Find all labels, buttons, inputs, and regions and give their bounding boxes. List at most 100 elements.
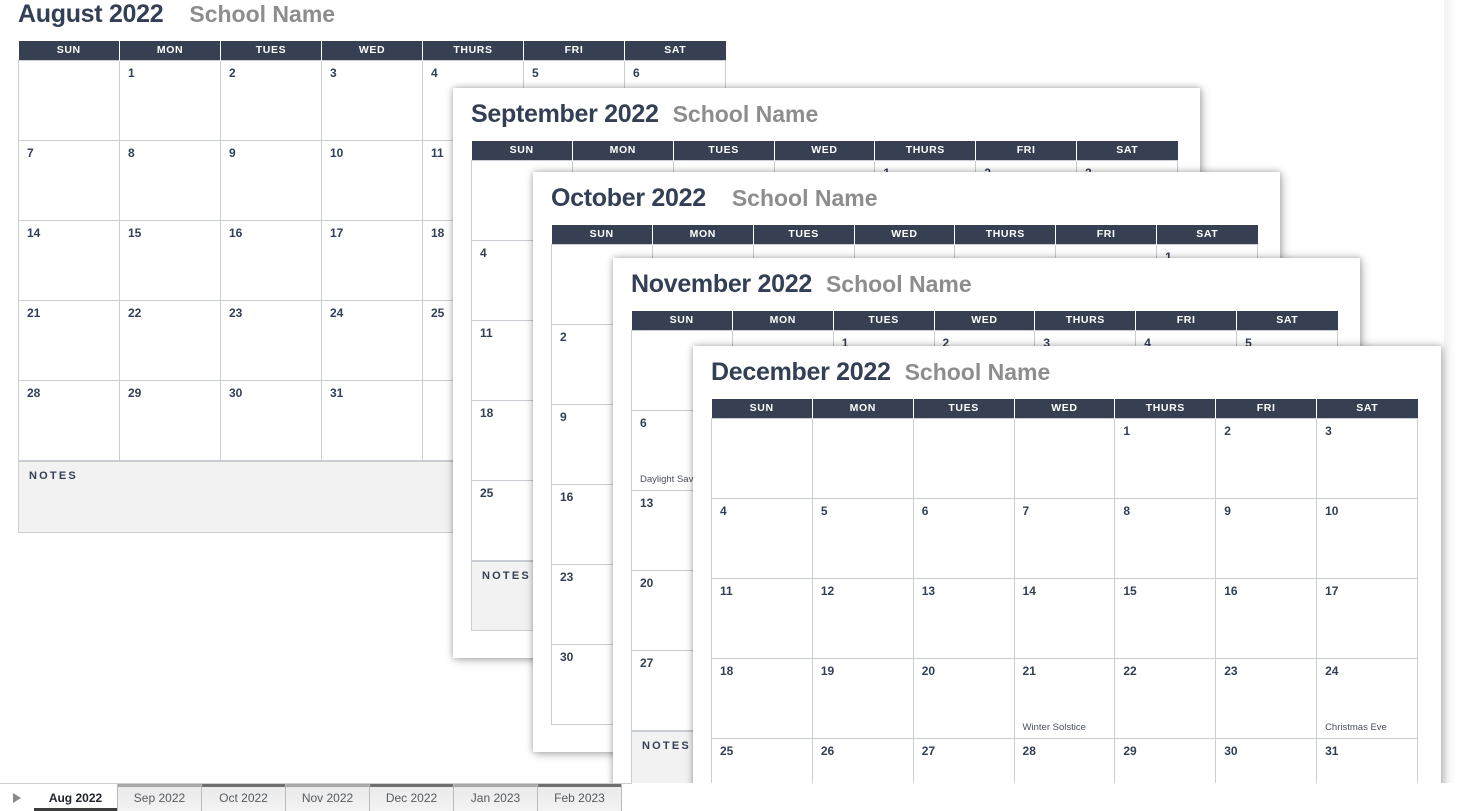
calendar-cell-empty[interactable] xyxy=(711,417,813,499)
calendar-cell-day[interactable]: 22 xyxy=(119,299,221,381)
calendar-cell-day[interactable]: 4 xyxy=(711,497,813,579)
month-title-august: August 2022 xyxy=(18,0,164,28)
calendar-cell-day[interactable]: 6 xyxy=(912,497,1015,579)
school-name-september: School Name xyxy=(672,101,819,127)
calendar-cell-day[interactable]: 8 xyxy=(1114,497,1217,579)
day-number: 8 xyxy=(1123,503,1131,518)
calendar-cell-empty[interactable] xyxy=(912,417,1015,499)
sheet-title-row-august: August 2022 School Name xyxy=(0,0,760,41)
weekday-header-sat: SAT xyxy=(1316,399,1418,418)
weekday-header-mon: MON xyxy=(572,141,674,160)
calendar-cell-day[interactable]: 14 xyxy=(18,219,120,301)
calendar-cell-day[interactable]: 22 xyxy=(1114,657,1217,739)
calendar-cell-day[interactable]: 8 xyxy=(119,139,221,221)
day-number: 24 xyxy=(330,305,344,320)
window-right-edge xyxy=(1444,0,1464,811)
sheet-tab-dec-2022[interactable]: Dec 2022 xyxy=(370,784,454,811)
calendar-cell-empty[interactable] xyxy=(1013,417,1116,499)
day-number: 4 xyxy=(720,503,727,518)
calendar-cell-day[interactable]: 31 xyxy=(321,379,423,461)
day-number: 29 xyxy=(1123,743,1137,758)
calendar-cell-day[interactable]: 24 xyxy=(321,299,423,381)
weekday-header-sun: SUN xyxy=(631,311,733,330)
calendar-cell-day[interactable]: 9 xyxy=(220,139,322,221)
calendar-cell-day[interactable]: 15 xyxy=(119,219,221,301)
sheet-tab-nov-2022[interactable]: Nov 2022 xyxy=(286,784,370,811)
calendar-cell-day[interactable]: 16 xyxy=(220,219,322,301)
calendar-cell-day[interactable]: 24 Christmas Eve xyxy=(1316,657,1418,739)
weekday-header-fri: FRI xyxy=(1055,225,1158,244)
day-number: 26 xyxy=(820,743,835,758)
calendar-cell-day[interactable]: 5 xyxy=(811,497,914,579)
calendar-cell-day[interactable]: 13 xyxy=(912,577,1015,659)
school-name-november: School Name xyxy=(825,271,972,297)
triangle-right-icon xyxy=(13,792,21,803)
calendar-cell-day[interactable]: 10 xyxy=(321,139,423,221)
calendar-cell-day[interactable]: 2 xyxy=(220,59,322,141)
calendar-cell-day[interactable]: 19 xyxy=(811,657,914,739)
weekday-header-mon: MON xyxy=(812,399,914,418)
weekday-header-tues: TUES xyxy=(753,225,855,244)
calendar-cell-day[interactable]: 20 xyxy=(912,657,1015,739)
calendar-cell-day[interactable]: 1 xyxy=(119,59,221,141)
calendar-cell-empty[interactable] xyxy=(811,417,914,499)
day-number: 20 xyxy=(921,663,936,678)
day-number: 9 xyxy=(229,145,236,160)
calendar-cell-day[interactable]: 14 xyxy=(1013,577,1116,659)
calendar-cell-day[interactable]: 23 xyxy=(1215,657,1318,739)
sheet-tab-aug-2022[interactable]: Aug 2022 xyxy=(34,784,118,811)
day-number: 2 xyxy=(229,65,236,80)
calendar-week-row: 4 5 6 7 8 9 10 xyxy=(711,497,1418,579)
calendar-cell-day[interactable]: 1 xyxy=(1114,417,1217,499)
calendar-grid-december[interactable]: SUN MON TUES WED THURS FRI SAT 1 2 3 4 5 6 7 8 9 10 11 12 1… xyxy=(711,399,1418,811)
calendar-cell-day[interactable]: 21 Winter Solstice xyxy=(1013,657,1116,739)
calendar-cell-day[interactable]: 18 xyxy=(711,657,813,739)
day-number: 8 xyxy=(128,145,135,160)
calendar-cell-day[interactable]: 21 xyxy=(18,299,120,381)
day-number: 16 xyxy=(1224,583,1238,598)
day-number: 10 xyxy=(330,145,344,160)
weekday-header-mon: MON xyxy=(652,225,754,244)
calendar-cell-day[interactable]: 29 xyxy=(119,379,221,461)
calendar-cell-day[interactable]: 3 xyxy=(321,59,423,141)
calendar-cell-day[interactable]: 7 xyxy=(18,139,120,221)
day-number: 29 xyxy=(128,385,142,400)
calendar-cell-day[interactable]: 17 xyxy=(1316,577,1418,659)
day-number: 17 xyxy=(1325,583,1339,598)
day-number: 22 xyxy=(1123,663,1137,678)
month-title-november: November 2022 xyxy=(631,270,812,298)
calendar-cell-day[interactable]: 23 xyxy=(220,299,322,381)
calendar-cell-day[interactable]: 3 xyxy=(1316,417,1418,499)
sheet-tab-jan-2023[interactable]: Jan 2023 xyxy=(454,784,538,811)
sheet-tab-feb-2023[interactable]: Feb 2023 xyxy=(538,784,622,811)
day-number: 31 xyxy=(330,385,344,400)
calendar-cell-day[interactable]: 11 xyxy=(711,577,813,659)
weekday-header-sun: SUN xyxy=(18,41,120,60)
calendar-cell-day[interactable]: 7 xyxy=(1013,497,1116,579)
weekday-header-mon: MON xyxy=(119,41,221,60)
calendar-sheet-december[interactable]: December 2022 School Name SUN MON TUES WED T… xyxy=(693,346,1441,811)
weekday-header-fri: FRI xyxy=(1215,399,1318,418)
day-number: 3 xyxy=(330,65,337,80)
calendar-cell-day[interactable]: 16 xyxy=(1215,577,1318,659)
sheet-tab-oct-2022[interactable]: Oct 2022 xyxy=(202,784,286,811)
calendar-cell-day[interactable]: 12 xyxy=(811,577,914,659)
calendar-cell-day[interactable]: 9 xyxy=(1215,497,1318,579)
calendar-cell-empty[interactable] xyxy=(18,59,120,141)
sheet-tab-bar: Aug 2022 Sep 2022 Oct 2022 Nov 2022 Dec 2022… xyxy=(0,783,1464,811)
calendar-cell-day[interactable]: 30 xyxy=(220,379,322,461)
day-number: 30 xyxy=(1224,743,1238,758)
sheet-tab-sep-2022[interactable]: Sep 2022 xyxy=(118,784,202,811)
calendar-cell-day[interactable]: 10 xyxy=(1316,497,1418,579)
tab-nav-next-button[interactable] xyxy=(0,784,34,811)
calendar-cell-day[interactable]: 15 xyxy=(1114,577,1217,659)
calendar-cell-day[interactable]: 28 xyxy=(18,379,120,461)
calendar-week-row: 1 2 3 xyxy=(711,417,1418,499)
day-number: 7 xyxy=(1022,503,1030,518)
sheet-title-row-october: October 2022 School Name xyxy=(533,172,1280,225)
weekday-header-wed: WED xyxy=(854,225,956,244)
calendar-cell-day[interactable]: 17 xyxy=(321,219,423,301)
weekday-header-thurs: THURS xyxy=(954,225,1057,244)
day-number: 21 xyxy=(1022,663,1036,678)
calendar-cell-day[interactable]: 2 xyxy=(1215,417,1318,499)
